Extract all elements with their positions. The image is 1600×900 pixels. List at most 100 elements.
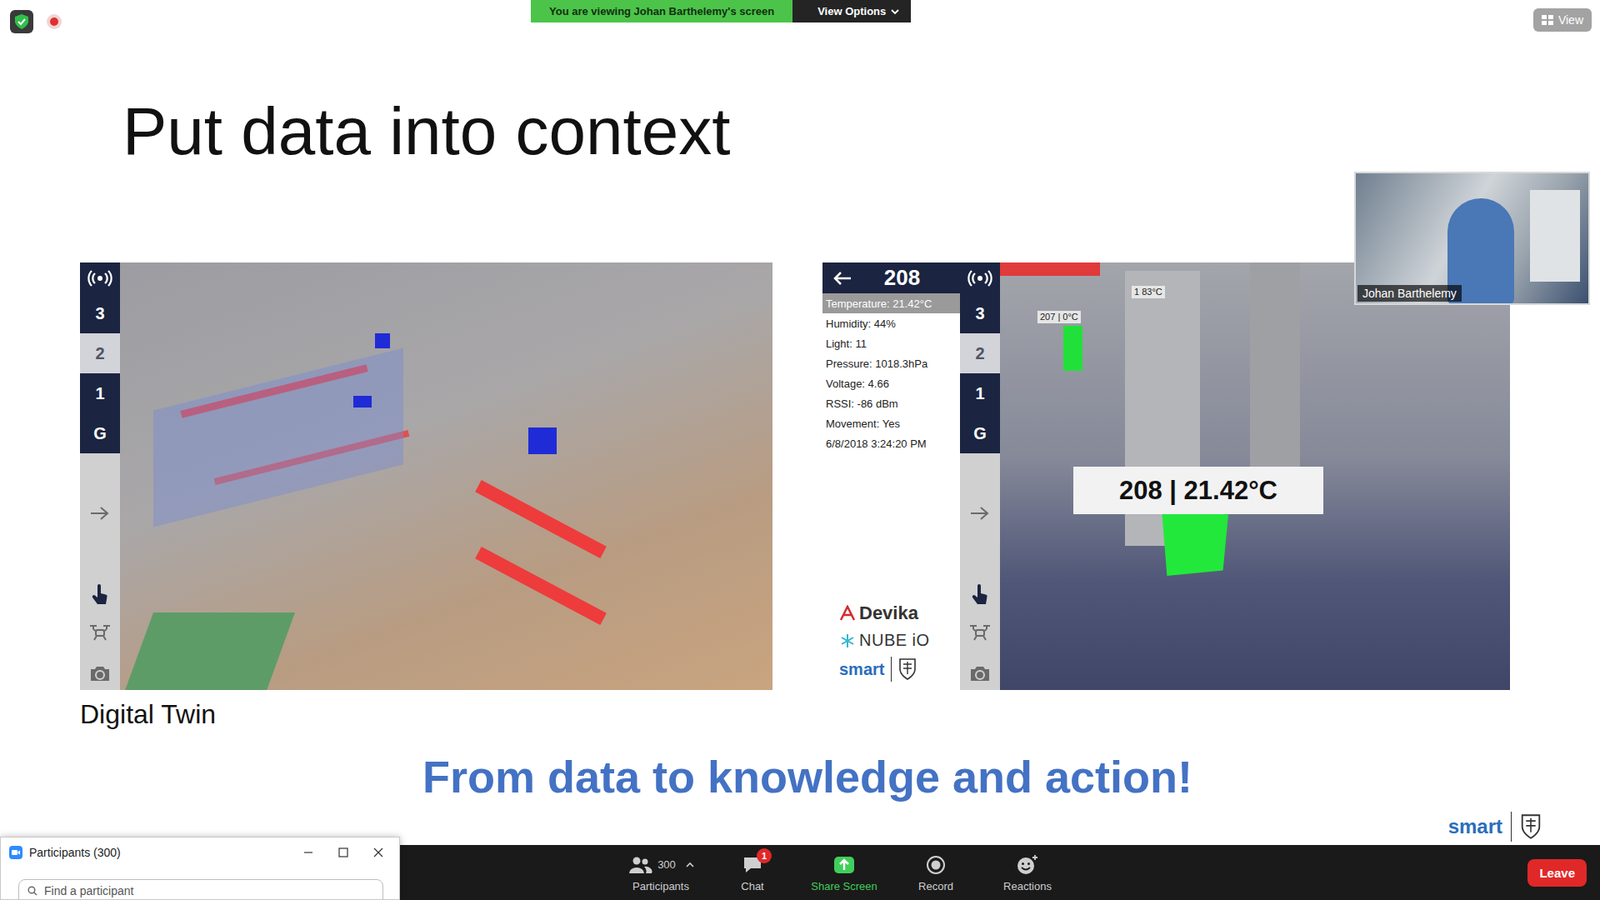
smart-logo: smart — [839, 656, 960, 682]
sensor-reading[interactable]: Movement: Yes — [822, 413, 960, 434]
building-3d-view[interactable] — [120, 262, 773, 690]
nube-logo: NUBE iO — [839, 630, 960, 650]
room-number: 208 — [852, 265, 952, 291]
floor-button[interactable]: G — [960, 413, 1000, 454]
slide-title: Put data into context — [122, 91, 1600, 172]
floor-button[interactable]: 3 — [960, 293, 1000, 334]
broadcast-button[interactable] — [80, 262, 120, 294]
hand-pointer-icon[interactable] — [970, 583, 990, 607]
arrow-right-icon[interactable] — [89, 501, 111, 525]
digital-twin-panel: 321G — [80, 262, 773, 690]
arrow-right-icon[interactable] — [969, 501, 991, 525]
sensor-reading[interactable]: Humidity: 44% — [822, 313, 960, 334]
sensor-reading[interactable]: 6/8/2018 3:24:20 PM — [822, 433, 960, 454]
shared-slide: Put data into context321G208Temperature:… — [0, 0, 1600, 900]
broadcast-icon — [967, 269, 993, 288]
participants-window: Participants (300)Find a participant — [0, 836, 400, 900]
unread-badge: 1 — [756, 848, 772, 864]
sensor-reading[interactable]: Light: 11 — [822, 333, 960, 354]
participant-count: 300 — [657, 858, 676, 871]
viewing-notice: You are viewing Johan Barthelemy's scree… — [530, 0, 793, 23]
floor-button[interactable]: 2 — [80, 333, 120, 374]
sensor-cube — [375, 333, 390, 349]
chevron-down-icon — [890, 8, 900, 15]
view-options-button[interactable]: View Options — [792, 0, 911, 23]
sensor-reading[interactable]: Voltage: 4.66 — [822, 373, 960, 394]
toolbar-label: Chat — [740, 880, 764, 893]
room-3d-view[interactable]: 207 | 0°C1 83°C208 | 21.42°C — [1000, 262, 1510, 690]
floor-button[interactable]: G — [80, 413, 120, 454]
hand-pointer-icon[interactable] — [90, 583, 110, 607]
lawn-area — [120, 612, 295, 690]
camera-icon[interactable] — [88, 661, 112, 685]
broadcast-button[interactable] — [960, 262, 1000, 294]
sensor-reading[interactable]: Pressure: 1018.3hPa — [822, 353, 960, 374]
share-screen-icon — [833, 855, 855, 875]
speaker-name: Johan Barthelemy — [1357, 285, 1462, 302]
panel-caption: Digital Twin — [80, 698, 1600, 730]
sensor-marker — [1161, 509, 1229, 576]
partner-logos: Devika NUBE iO smart — [822, 602, 960, 690]
security-button[interactable] — [10, 10, 34, 34]
video-background — [1530, 190, 1580, 282]
grid-icon — [1541, 15, 1554, 25]
drone-icon[interactable] — [87, 620, 113, 645]
broadcast-icon — [87, 269, 113, 288]
close-icon[interactable] — [372, 846, 385, 859]
floor-button[interactable]: 3 — [80, 293, 120, 334]
sensor-strip — [475, 546, 607, 625]
toolbar-label: Share Screen — [810, 880, 878, 893]
sensor-strip — [1000, 262, 1100, 276]
sidebar-top: 321G — [960, 262, 1000, 454]
floor-button[interactable]: 2 — [960, 333, 1000, 374]
drone-icon[interactable] — [967, 620, 993, 645]
toolbar-label: Reactions — [1003, 880, 1052, 893]
university-crest-icon — [1520, 813, 1542, 840]
shield-icon — [14, 13, 30, 30]
floor-button[interactable]: 1 — [80, 373, 120, 414]
app-sidebar: 321G — [960, 262, 1000, 690]
leave-button[interactable]: Leave — [1527, 859, 1587, 887]
speaker-video[interactable]: Johan Barthelemy — [1354, 171, 1590, 305]
sensor-cube — [353, 395, 372, 408]
sensor-tag: 1 83°C — [1131, 285, 1165, 299]
glass-facade — [153, 348, 404, 528]
sensor-cube — [528, 427, 557, 455]
participant-search-field[interactable]: Find a participant — [18, 879, 384, 900]
toolbar-button[interactable]: 1Chat — [712, 853, 793, 893]
sidebar-tools — [80, 453, 120, 690]
floor-button[interactable]: 1 — [960, 373, 1000, 414]
camera-icon[interactable] — [968, 661, 992, 685]
sensor-tag: 207 | 0°C — [1037, 310, 1081, 324]
toolbar-label: Record — [918, 880, 954, 893]
toolbar-button[interactable]: Record — [895, 853, 976, 893]
room-detail-panel: 208Temperature: 21.42°CHumidity: 44%Ligh… — [822, 262, 1510, 690]
toolbar-button[interactable]: Reactions — [987, 853, 1068, 893]
participants-icon — [627, 855, 653, 875]
sidebar-tools — [960, 453, 1000, 690]
recording-dot-icon — [45, 12, 64, 31]
slide-tagline: From data to knowledge and action! — [0, 750, 1600, 805]
sensor-strip — [475, 480, 607, 559]
meeting-status-icons — [10, 10, 64, 34]
toolbar-button[interactable]: Share Screen — [804, 853, 885, 893]
maximize-icon[interactable] — [337, 846, 350, 859]
devika-logo: Devika — [839, 602, 960, 625]
app-sidebar: 321G — [80, 262, 120, 690]
toolbar-label: Participants — [632, 880, 690, 893]
zoom-meeting-screen: Put data into context321G208Temperature:… — [0, 0, 1600, 900]
toolbar-button[interactable]: 300 Participants — [620, 853, 701, 893]
viewing-banner: You are viewing Johan Barthelemy's scree… — [530, 0, 911, 23]
sensor-marker — [1063, 325, 1083, 371]
view-button[interactable]: View — [1533, 8, 1592, 32]
minimize-icon[interactable] — [302, 846, 315, 859]
chevron-up-icon[interactable] — [685, 861, 695, 869]
sensor-reading[interactable]: RSSI: -86 dBm — [822, 393, 960, 414]
devika-mark-icon — [839, 605, 856, 622]
room-header: 208 — [822, 262, 960, 294]
footer-logo: smart — [1448, 811, 1542, 842]
sensor-reading[interactable]: Temperature: 21.42°C — [822, 293, 960, 314]
nube-mark-icon — [839, 632, 856, 650]
university-crest-icon — [898, 657, 917, 681]
back-arrow-icon[interactable] — [832, 270, 853, 287]
